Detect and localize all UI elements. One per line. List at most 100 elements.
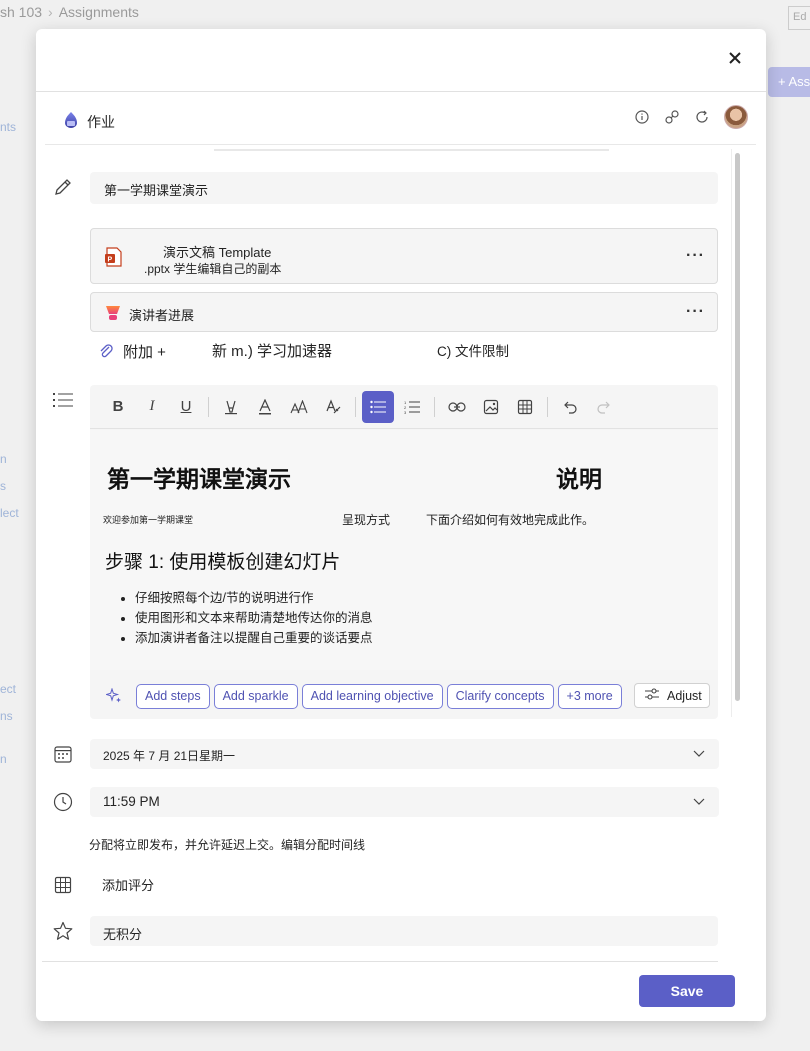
formatting-toolbar: B I U 123	[90, 385, 718, 429]
save-button[interactable]: Save	[639, 975, 735, 1007]
redo-icon[interactable]	[588, 391, 620, 423]
instructions-heading: 第一学期课堂演示	[107, 466, 291, 492]
pencil-icon	[52, 176, 74, 198]
refresh-icon[interactable]	[694, 109, 710, 125]
points-dropdown[interactable]: 无积分	[90, 916, 718, 946]
numbered-list-icon[interactable]: 123	[396, 391, 428, 423]
speaker-progress-icon	[105, 304, 121, 327]
ai-suggestions-row: Add steps Add sparkle Add learning objec…	[90, 673, 718, 719]
template-file-name: 演示文稿 Template	[163, 245, 272, 260]
background-side-label: s	[0, 479, 6, 493]
clarify-concepts-chip[interactable]: Clarify concepts	[446, 683, 554, 709]
adjust-button[interactable]: Adjust	[634, 683, 710, 708]
close-button[interactable]	[724, 47, 746, 69]
add-grading-button[interactable]: 添加评分	[102, 875, 154, 894]
calendar-icon	[52, 743, 74, 765]
due-time-value: 11:59 PM	[103, 794, 160, 809]
italic-button[interactable]: I	[136, 391, 168, 423]
background-side-label: nts	[0, 120, 17, 134]
close-icon	[729, 52, 741, 64]
font-size-icon[interactable]	[283, 391, 315, 423]
adjust-label: Adjust	[667, 688, 702, 703]
instructions-content[interactable]: 第一学期课堂演示 说明 欢迎参加第一学期课堂 呈现方式 下面介绍如何有效地完成此…	[90, 430, 718, 670]
toolbar-separator	[547, 396, 548, 417]
breadcrumb-page[interactable]: Assignments	[59, 4, 139, 20]
breadcrumb-course[interactable]: sh 103	[0, 4, 42, 20]
list-item: 使用图形和文本来帮助清楚地传达你的消息	[135, 610, 373, 626]
attach-button[interactable]: 附加 +	[123, 341, 166, 362]
step-bullet-list: 仔细按照每个边/节的说明进行作 使用图形和文本来帮助清楚地传达你的消息 添加演讲…	[135, 590, 373, 650]
undo-icon[interactable]	[554, 391, 586, 423]
file-limit-button[interactable]: C) 文件限制	[437, 340, 509, 360]
template-attachment-card[interactable]: P 演示文稿 Template .pptx 学生编辑自己的副本 ···	[90, 228, 718, 284]
due-time-dropdown[interactable]: 11:59 PM	[90, 787, 719, 817]
scroll-track	[731, 149, 732, 717]
background-assign-button[interactable]: + Assi	[768, 67, 810, 97]
welcome-text: 欢迎参加第一学期课堂	[103, 515, 194, 525]
font-color-icon[interactable]	[249, 391, 281, 423]
header-divider	[36, 91, 766, 92]
star-icon	[52, 920, 74, 942]
list-item: 仔细按照每个边/节的说明进行作	[135, 590, 373, 606]
footer-divider	[42, 961, 718, 962]
background-corner-control[interactable]: Ed	[788, 6, 810, 30]
assignment-dialog: 作业 第一学期课堂演示 P 演示文稿 Template .pptx 学生编辑自己…	[36, 29, 766, 1021]
underline-button[interactable]: U	[170, 391, 202, 423]
publish-timeline-note[interactable]: 分配将立即发布，并允许延迟上交。编辑分配时间线	[89, 836, 365, 853]
clear-formatting-icon[interactable]	[317, 391, 349, 423]
due-date-dropdown[interactable]: 2025 年 7 月 21日星期一	[90, 739, 719, 769]
speaker-progress-label: 演讲者进展	[129, 308, 195, 323]
attachment-actions-row: 附加 + 新 m.) 学习加速器 C) 文件限制	[98, 340, 718, 364]
intro-text: 下面介绍如何有效地完成此作。	[426, 513, 595, 527]
add-learning-objective-chip[interactable]: Add learning objective	[301, 683, 443, 709]
more-options-icon[interactable]: ···	[686, 247, 705, 265]
list-icon	[52, 389, 74, 411]
bullet-list-icon[interactable]	[362, 390, 394, 423]
step-heading: 步骤 1: 使用模板创建幻灯片	[105, 552, 341, 573]
grading-table-icon	[52, 874, 74, 896]
chevron-down-icon	[693, 747, 705, 762]
more-options-icon[interactable]: ···	[686, 303, 705, 321]
bold-button[interactable]: B	[102, 391, 134, 423]
breadcrumb-chevron-icon: ›	[48, 4, 53, 20]
highlight-icon[interactable]	[215, 391, 247, 423]
svg-text:3: 3	[404, 410, 407, 414]
app-bar: 作业	[45, 101, 756, 145]
more-suggestions-chip[interactable]: +3 more	[557, 683, 622, 709]
add-sparkle-chip[interactable]: Add sparkle	[213, 683, 298, 709]
scrollbar-thumb[interactable]	[735, 153, 740, 701]
assignment-title-input[interactable]: 第一学期课堂演示	[90, 172, 718, 204]
instructions-heading-suffix: 说明	[556, 466, 602, 492]
image-icon[interactable]	[475, 391, 507, 423]
background-side-label: ns	[0, 709, 13, 723]
loading-divider	[214, 149, 609, 151]
sparkle-icon	[102, 684, 126, 708]
popout-link-icon[interactable]	[664, 109, 680, 125]
breadcrumb: sh 103 › Assignments	[0, 4, 139, 20]
clock-icon	[52, 791, 74, 813]
user-avatar[interactable]	[724, 105, 748, 129]
svg-text:P: P	[108, 257, 113, 264]
add-steps-chip[interactable]: Add steps	[136, 683, 210, 709]
toolbar-separator	[434, 396, 435, 417]
new-learning-accelerator-button[interactable]: 新 m.) 学习加速器	[212, 340, 332, 361]
sliders-icon	[645, 688, 659, 703]
link-icon[interactable]	[441, 391, 473, 423]
due-date-value: 2025 年 7 月 21日星期一	[103, 749, 236, 763]
list-item: 添加演讲者备注以提醒自己重要的谈话要点	[135, 630, 373, 646]
speaker-progress-card[interactable]: 演讲者进展 ···	[90, 292, 718, 332]
powerpoint-icon: P	[105, 247, 123, 272]
assignments-app-icon	[63, 111, 79, 132]
info-icon[interactable]	[634, 109, 650, 125]
paperclip-icon	[98, 343, 114, 363]
template-file-permission: .pptx 学生编辑自己的副本	[144, 262, 282, 276]
background-side-label: n	[0, 752, 7, 766]
app-title: 作业	[87, 113, 115, 130]
background-side-label: lect	[0, 506, 19, 520]
background-side-label: ect	[0, 682, 17, 696]
toolbar-separator	[355, 396, 356, 417]
chevron-down-icon	[693, 795, 705, 810]
toolbar-separator	[208, 396, 209, 417]
background-side-label: n	[0, 452, 7, 466]
table-icon[interactable]	[509, 391, 541, 423]
